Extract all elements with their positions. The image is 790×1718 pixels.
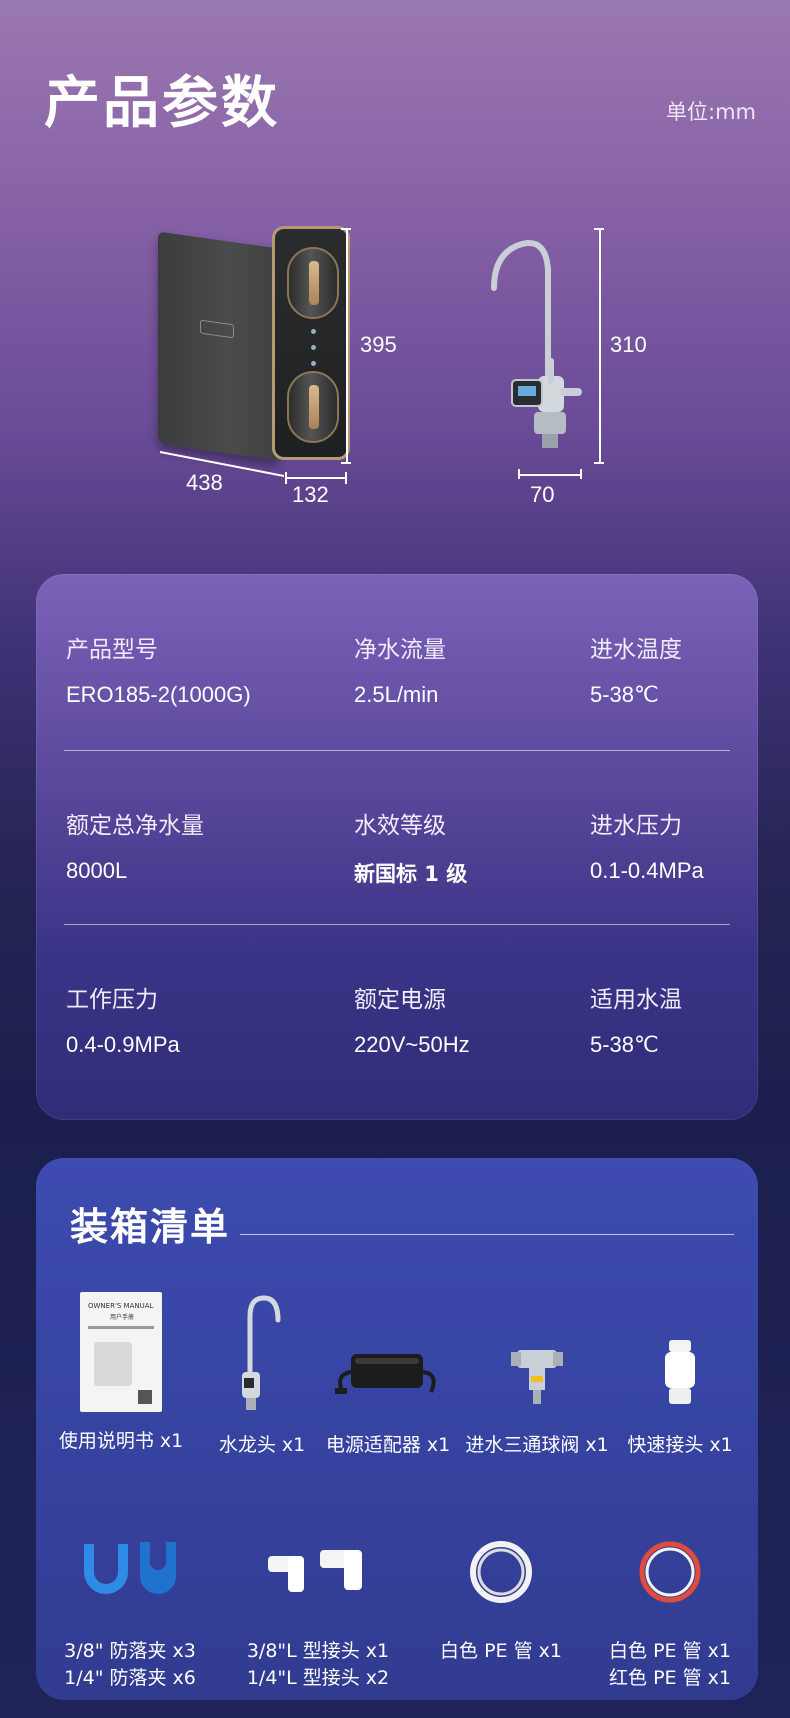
- faucet-image: [491, 240, 582, 448]
- packing-item-manual: OWNER'S MANUAL 用户手册 使用说明书 x1: [46, 1292, 196, 1455]
- packing-item-power-adapter: 电源适配器 x1: [318, 1292, 458, 1459]
- item-label: 电源适配器 x1: [325, 1434, 451, 1456]
- spec-flow-rate: 净水流量 2.5L/min: [354, 630, 446, 708]
- packing-item-quick-connector: 快速接头 x1: [614, 1292, 746, 1459]
- spec-inlet-temperature: 进水温度 5-38℃: [590, 630, 682, 708]
- faucet-icon: [242, 1295, 281, 1410]
- item-label-line1: 白色 PE 管 x1: [609, 1640, 731, 1662]
- red-pe-tube-icon: [639, 1541, 701, 1603]
- faucet-base-value: 70: [530, 482, 555, 507]
- spec-label: 适用水温: [590, 987, 682, 1013]
- spec-label: 进水压力: [590, 813, 682, 839]
- packing-item-faucet: 水龙头 x1: [206, 1292, 318, 1459]
- spec-value: 5-38℃: [590, 1032, 659, 1057]
- spec-value: ERO185-2(1000G): [66, 682, 251, 707]
- dimension-tick: [580, 469, 582, 479]
- spec-divider: [64, 924, 730, 925]
- faucet-height-value: 310: [610, 332, 647, 357]
- dimension-tick: [518, 469, 520, 479]
- spec-value: 0.4-0.9MPa: [66, 1032, 180, 1057]
- spec-label: 进水温度: [590, 637, 682, 663]
- spec-row: 额定总净水量 8000L 水效等级 新国标 1 级 进水压力 0.1-0.4MP…: [66, 806, 736, 926]
- spec-efficiency-grade: 水效等级 新国标 1 级: [354, 806, 467, 888]
- spec-water-temperature: 适用水温 5-38℃: [590, 980, 682, 1058]
- indicator-light: [311, 361, 316, 366]
- spec-value: 0.1-0.4MPa: [590, 858, 704, 883]
- white-pe-tube-icon: [470, 1541, 532, 1603]
- item-label: 使用说明书 x1: [58, 1430, 184, 1452]
- manual-cover-title: OWNER'S MANUAL: [88, 1302, 154, 1310]
- spec-value: 220V~50Hz: [354, 1032, 470, 1057]
- dimension-tick: [594, 462, 604, 464]
- spec-value: 新国标 1 级: [354, 862, 468, 886]
- unit-label: 单位:mm: [666, 100, 756, 124]
- anti-drop-clip-icon: [84, 1542, 176, 1594]
- indicator-light: [311, 329, 316, 334]
- spec-row: 工作压力 0.4-0.9MPa 额定电源 220V~50Hz 适用水温 5-38…: [66, 980, 736, 1100]
- ball-valve-icon: [511, 1350, 563, 1404]
- item-label-line2: 红色 PE 管 x1: [609, 1667, 731, 1689]
- spec-label: 产品型号: [66, 637, 158, 663]
- manual-icon: OWNER'S MANUAL 用户手册: [80, 1292, 162, 1412]
- manual-cover-subtitle: 用户手册: [110, 1314, 135, 1321]
- purifier-depth-value: 132: [292, 482, 329, 507]
- product-dimensions-illustration: 395 438 132 310 70: [0, 200, 790, 520]
- spec-label: 额定电源: [354, 987, 446, 1013]
- spec-value: 8000L: [66, 858, 128, 883]
- spec-working-pressure: 工作压力 0.4-0.9MPa: [66, 980, 180, 1058]
- dimension-tick: [594, 228, 604, 230]
- purifier-body-image: [158, 231, 278, 461]
- title-divider: [240, 1234, 734, 1235]
- faucet-height-dimension-line: [599, 228, 601, 464]
- packing-item-ball-valve: 进水三通球阀 x1: [460, 1292, 614, 1459]
- spec-value: 2.5L/min: [354, 682, 439, 707]
- purifier-height-value: 395: [360, 332, 397, 357]
- packing-item-l-connectors: 3/8"L 型接头 x1 1/4"L 型接头 x2: [234, 1532, 402, 1692]
- packing-list-card: 装箱清单 OWNER'S MANUAL 用户手册 使用说明书 x1 水龙头 x1: [36, 1158, 758, 1700]
- purifier-front-panel: [272, 226, 350, 460]
- l-connector-icon: [268, 1550, 362, 1592]
- page-title: 产品参数: [44, 71, 280, 136]
- packing-item-anti-drop-clips: 3/8" 防落夹 x3 1/4" 防落夹 x6: [50, 1532, 210, 1692]
- packing-item-red-pe-tube: 白色 PE 管 x1 红色 PE 管 x1: [592, 1532, 748, 1692]
- spec-label: 额定总净水量: [66, 813, 204, 839]
- item-label-line2: 1/4"L 型接头 x2: [246, 1667, 390, 1689]
- spec-divider: [64, 750, 730, 751]
- dimension-tick: [341, 228, 351, 230]
- purifier-width-value: 438: [186, 470, 223, 495]
- item-label-line1: 3/8"L 型接头 x1: [246, 1640, 390, 1662]
- quick-connector-icon: [665, 1340, 695, 1404]
- faucet-base-dimension-line: [518, 474, 582, 476]
- spec-rated-power: 额定电源 220V~50Hz: [354, 980, 470, 1058]
- spec-card: 产品型号 ERO185-2(1000G) 净水流量 2.5L/min 进水温度 …: [36, 574, 758, 1120]
- spec-row: 产品型号 ERO185-2(1000G) 净水流量 2.5L/min 进水温度 …: [66, 630, 736, 750]
- packing-item-white-pe-tube: 白色 PE 管 x1: [428, 1532, 574, 1665]
- spec-total-volume: 额定总净水量 8000L: [66, 806, 204, 884]
- item-label: 快速接头 x1: [627, 1434, 733, 1456]
- spec-label: 水效等级: [354, 813, 446, 839]
- height-dimension-line: [346, 228, 348, 464]
- power-adapter-icon: [335, 1354, 436, 1394]
- filter-cap-bottom: [287, 371, 339, 443]
- item-label: 进水三通球阀 x1: [465, 1434, 609, 1456]
- packing-list-title: 装箱清单: [70, 1205, 231, 1249]
- item-label: 水龙头 x1: [218, 1434, 306, 1456]
- spec-label: 净水流量: [354, 637, 446, 663]
- item-label-line1: 3/8" 防落夹 x3: [64, 1640, 196, 1662]
- item-label-line1: 白色 PE 管 x1: [440, 1640, 562, 1662]
- spec-label: 工作压力: [66, 987, 158, 1013]
- indicator-light: [311, 345, 316, 350]
- spec-inlet-pressure: 进水压力 0.1-0.4MPa: [590, 806, 704, 884]
- spec-model: 产品型号 ERO185-2(1000G): [66, 630, 251, 708]
- filter-cap-top: [287, 247, 339, 319]
- item-label-line2: 1/4" 防落夹 x6: [64, 1667, 196, 1689]
- spec-value: 5-38℃: [590, 682, 659, 707]
